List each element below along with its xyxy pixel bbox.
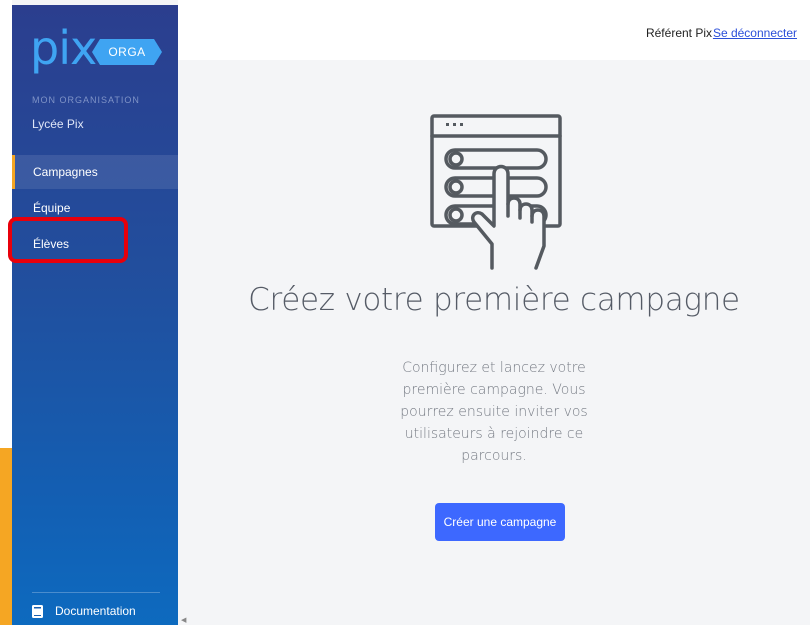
create-campaign-button[interactable]: Créer une campagne [435,503,565,541]
logout-link[interactable]: Se déconnecter [713,26,797,40]
orga-badge: ORGA [92,39,162,65]
empty-state-title: Créez votre première campagne [248,282,740,318]
topbar: Référent Pix Se déconnecter [178,0,810,60]
book-icon [32,604,43,618]
sidebar: pix ORGA MON ORGANISATION Lycée Pix Camp… [8,5,178,625]
eleves-highlight-annotation [8,217,128,263]
documentation-link[interactable]: Documentation [32,603,136,619]
organization-label: MON ORGANISATION [32,95,140,105]
organization-name: Lycée Pix [32,117,84,131]
campaign-hand-icon [430,114,562,270]
logo-text: pix [30,21,97,75]
scroll-left-icon[interactable]: ◀ [181,616,186,624]
orga-badge-label: ORGA [108,45,146,59]
window-edge-accent [0,448,12,625]
documentation-label: Documentation [55,604,136,618]
sidebar-divider [32,592,160,593]
empty-state-description: Configurez et lancez votre première camp… [400,360,588,464]
sidebar-item-campagnes[interactable]: Campagnes [12,155,178,189]
user-name: Référent Pix [645,26,712,40]
pix-orga-logo[interactable]: pix ORGA [30,21,170,75]
main-content: Créez votre première campagne Configurez… [178,60,810,625]
window-edge [0,0,12,625]
